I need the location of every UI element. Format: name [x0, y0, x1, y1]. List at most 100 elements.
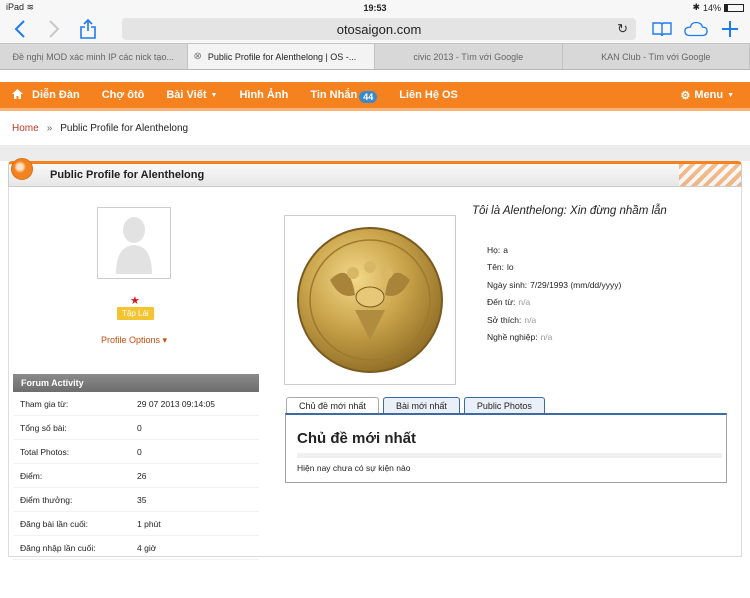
browser-tab[interactable]: Đề nghị MOD xác minh IP các nick tạo...: [0, 44, 188, 69]
tab-label: Đề nghị MOD xác minh IP các nick tạo...: [13, 52, 174, 62]
profile-picture[interactable]: [284, 215, 456, 385]
avatar[interactable]: [97, 207, 171, 279]
info-row: Tên:lo: [487, 259, 621, 277]
nav-label: Tin Nhắn: [310, 89, 357, 101]
menu-button[interactable]: ⚙ Menu ▼: [680, 89, 734, 102]
new-tab-icon[interactable]: [718, 18, 742, 40]
content-tabs: Chủ đề mới nhất Bài mới nhất Public Phot…: [286, 397, 545, 414]
content-divider: [297, 453, 722, 458]
tab-label: civic 2013 - Tìm với Google: [413, 52, 523, 62]
activity-value: 0: [137, 423, 142, 433]
info-row: Nghề nghiệp:n/a: [487, 329, 621, 347]
rank-badge: Tập Lái: [117, 307, 154, 320]
caret-down-icon: ▼: [727, 92, 734, 99]
forum-activity: Forum Activity Tham gia từ:29 07 2013 09…: [13, 374, 259, 560]
breadcrumb-current: Public Profile for Alenthelong: [60, 123, 188, 134]
info-value: 7/29/1993 (mm/dd/yyyy): [530, 280, 621, 290]
breadcrumb: Home » Public Profile for Alenthelong: [0, 111, 750, 145]
tab-public-photos[interactable]: Public Photos: [464, 397, 545, 414]
clock: 19:53: [0, 3, 750, 13]
nav-label: Chợ ôtô: [102, 89, 145, 101]
address-bar[interactable]: otosaigon.com ↻: [122, 18, 636, 40]
nav-car-market[interactable]: Chợ ôtô: [102, 89, 145, 101]
url-text: otosaigon.com: [337, 22, 422, 37]
browser-tab[interactable]: KAN Club - Tìm với Google: [563, 44, 750, 69]
browser-toolbar: otosaigon.com ↻: [0, 15, 750, 43]
info-label: Đến từ:: [487, 297, 515, 307]
info-row: Ngày sinh:7/29/1993 (mm/dd/yyyy): [487, 276, 621, 294]
close-tab-icon[interactable]: ⊗: [194, 51, 202, 62]
activity-row: Tổng số bài:0: [13, 416, 259, 440]
share-icon[interactable]: [76, 18, 100, 40]
menu-label: Menu: [694, 89, 723, 101]
info-label: Họ:: [487, 245, 500, 255]
panel-body: ★ Tập Lái Profile Options ▾ Forum Activi…: [8, 187, 742, 557]
reload-icon[interactable]: ↻: [617, 21, 628, 37]
activity-label: Total Photos:: [20, 447, 137, 457]
profile-options-label: Profile Options: [101, 335, 160, 345]
info-label: Nghề nghiệp:: [487, 332, 538, 342]
caret-down-icon: ▾: [163, 335, 168, 345]
nav-label: Diễn Đàn: [32, 89, 80, 101]
activity-value: 35: [137, 495, 146, 505]
info-row: Đến từ:n/a: [487, 294, 621, 312]
home-icon[interactable]: [12, 88, 32, 102]
rank-star-icon: ★: [130, 294, 140, 307]
caret-down-icon: ▼: [211, 92, 218, 99]
activity-row: Tham gia từ:29 07 2013 09:14:05: [13, 392, 259, 416]
tab-content: Chủ đề mới nhất Hiện nay chưa có sự kiện…: [285, 413, 727, 483]
activity-label: Điểm thưởng:: [20, 495, 137, 505]
profile-info: Họ:aTên:loNgày sinh:7/29/1993 (mm/dd/yyy…: [487, 241, 621, 346]
activity-label: Điểm:: [20, 471, 137, 481]
activity-label: Tham gia từ:: [20, 399, 137, 409]
browser-tabs: Đề nghị MOD xác minh IP các nick tạo... …: [0, 43, 750, 70]
nav-photos[interactable]: Hình Ảnh: [239, 89, 288, 101]
info-value: lo: [507, 262, 514, 272]
info-row: Họ:a: [487, 241, 621, 259]
nav-articles[interactable]: Bài Viết ▼: [166, 89, 217, 101]
info-value: a: [503, 245, 508, 255]
panel-title: Public Profile for Alenthelong: [50, 169, 204, 181]
nav-label: Bài Viết: [166, 89, 206, 101]
nav-spacer: [0, 70, 750, 82]
content-heading: Chủ đề mới nhất: [297, 430, 726, 447]
profile-options-dropdown[interactable]: Profile Options ▾: [101, 335, 167, 346]
decorative-stripes: [679, 164, 741, 186]
tab-latest-topics[interactable]: Chủ đề mới nhất: [286, 397, 379, 414]
profile-panel: Public Profile for Alenthelong ★ Tập Lái…: [0, 161, 750, 598]
activity-value: 29 07 2013 09:14:05: [137, 399, 215, 409]
nav-messages[interactable]: Tin Nhắn44: [310, 89, 377, 101]
breadcrumb-home-link[interactable]: Home: [12, 123, 39, 134]
activity-row: Đăng bài lần cuối:1 phút: [13, 512, 259, 536]
info-label: Tên:: [487, 262, 504, 272]
forward-icon[interactable]: [42, 18, 66, 40]
profile-tagline: Tôi là Alenthelong: Xin đừng nhầm lẫn: [472, 205, 667, 217]
activity-label: Đăng nhập lần cuối:: [20, 543, 137, 553]
tab-latest-posts[interactable]: Bài mới nhất: [383, 397, 460, 414]
back-icon[interactable]: [8, 18, 32, 40]
activity-row: Điểm thưởng:35: [13, 488, 259, 512]
info-row: Sở thích:n/a: [487, 311, 621, 329]
tab-label: KAN Club - Tìm với Google: [601, 52, 710, 62]
activity-label: Đăng bài lần cuối:: [20, 519, 137, 529]
panel-orb-icon: [11, 158, 33, 180]
panel-header: Public Profile for Alenthelong: [8, 161, 742, 187]
nav-forum[interactable]: Diễn Đàn: [32, 89, 80, 101]
activity-value: 26: [137, 471, 146, 481]
tab-label: Public Profile for Alenthelong | OS -...: [208, 52, 356, 62]
gear-icon: ⚙: [680, 89, 690, 102]
browser-tab-active[interactable]: ⊗ Public Profile for Alenthelong | OS -..…: [188, 44, 376, 69]
nav-contact[interactable]: Liên Hệ OS: [399, 89, 458, 101]
browser-tab[interactable]: civic 2013 - Tìm với Google: [375, 44, 563, 69]
breadcrumb-separator: »: [47, 123, 53, 134]
forum-activity-header: Forum Activity: [13, 374, 259, 392]
message-count-badge: 44: [359, 91, 377, 103]
activity-label: Tổng số bài:: [20, 423, 137, 433]
battery-icon: [724, 4, 744, 12]
bookmarks-icon[interactable]: [650, 18, 674, 40]
activity-row: Total Photos:0: [13, 440, 259, 464]
activity-value: 4 giờ: [137, 543, 156, 553]
nav-label: Liên Hệ OS: [399, 89, 458, 101]
icloud-tabs-icon[interactable]: [684, 18, 708, 40]
info-label: Ngày sinh:: [487, 280, 527, 290]
